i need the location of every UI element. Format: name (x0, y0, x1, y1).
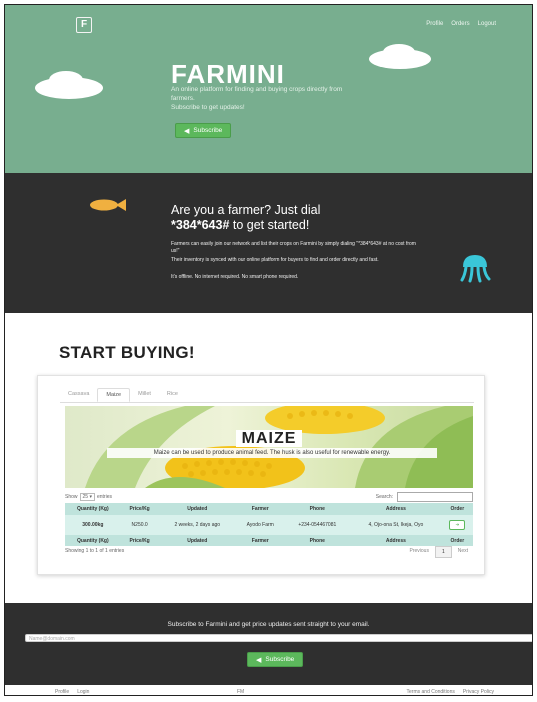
col-address[interactable]: Address (350, 503, 442, 515)
dial-paragraph-2: Their inventory is synced with our onlin… (171, 257, 379, 263)
hero-subscribe-label: Subscribe (193, 127, 223, 134)
foot-quantity: Quantity (Kg) (65, 535, 121, 546)
tagline-line-3: Subscribe to get updates! (171, 104, 245, 111)
dial-title-line-1: Are you a farmer? Just dial (171, 203, 321, 217)
footer-link-login[interactable]: Login (77, 689, 89, 695)
page-frame: F Profile Orders Logout FARMINI An onlin… (4, 4, 533, 696)
order-button[interactable]: ➜ (449, 520, 466, 530)
col-phone[interactable]: Phone (284, 503, 351, 515)
col-farmer[interactable]: Farmer (235, 503, 285, 515)
footer-subscribe-button[interactable]: ◀ Subscribe (247, 652, 304, 667)
cloud-left-top (49, 71, 83, 89)
nav-logout[interactable]: Logout (478, 21, 496, 27)
foot-farmer: Farmer (235, 535, 285, 546)
cell-address: 4, Ojo-ona St, Ikeja, Oyo (350, 515, 442, 535)
cell-order: ➜ (441, 515, 473, 535)
table-footer-row: Quantity (Kg) Price/Kg Updated Farmer Ph… (65, 535, 473, 546)
bottom-bar: Profile Login FM Terms and Conditions Pr… (5, 685, 532, 695)
dial-code: *384*643# (171, 218, 230, 232)
tab-rice[interactable]: Rice (159, 388, 186, 402)
logo[interactable]: F (76, 17, 92, 33)
tab-cassava[interactable]: Cassava (60, 388, 97, 402)
crop-description: Maize can be used to produce animal feed… (107, 448, 437, 458)
cell-phone: +234-054467081 (284, 515, 351, 535)
crop-title: MAIZE (65, 430, 473, 448)
tab-millet[interactable]: Millet (130, 388, 159, 402)
dial-title: Are you a farmer? Just dial *384*643# to… (171, 203, 431, 233)
subscribe-text: Subscribe to Farmini and get price updat… (167, 621, 370, 628)
bottom-right-links: Terms and Conditions Privacy Policy (407, 689, 494, 695)
crop-title-text: MAIZE (235, 430, 303, 447)
nav-profile[interactable]: Profile (426, 21, 443, 27)
tab-maize[interactable]: Maize (97, 388, 131, 402)
top-nav: Profile Orders Logout (426, 21, 496, 27)
megaphone-icon: ◀ (184, 127, 190, 135)
col-order[interactable]: Order (441, 503, 473, 515)
entries-control: Show 25 ▾ entries (65, 493, 112, 501)
pager-next[interactable]: Next (452, 546, 474, 558)
dial-section: Are you a farmer? Just dial *384*643# to… (5, 173, 532, 313)
pagination: Previous 1 Next (403, 546, 474, 558)
footer-link-privacy[interactable]: Privacy Policy (463, 689, 494, 695)
footer-link-profile[interactable]: Profile (55, 689, 69, 695)
search-label: Search: (375, 494, 393, 500)
dial-paragraph-3: It's offline. No internet required. No s… (171, 274, 299, 280)
nav-orders[interactable]: Orders (451, 21, 469, 27)
footer-subscribe-label: Subscribe (265, 656, 295, 663)
footer-link-terms[interactable]: Terms and Conditions (407, 689, 455, 695)
crop-card: Cassava Maize Millet Rice MAIZE Maize ca (37, 375, 485, 575)
pager-previous[interactable]: Previous (403, 546, 434, 558)
tagline: An online platform for finding and buyin… (171, 85, 391, 112)
start-buying-heading: START BUYING! (59, 343, 195, 362)
megaphone-icon: ◀ (256, 656, 262, 664)
table-header-row: Quantity (Kg) Price/Kg Updated Farmer Ph… (65, 503, 473, 515)
col-quantity[interactable]: Quantity (Kg) (65, 503, 121, 515)
email-field[interactable]: Name@domain.com (25, 634, 532, 642)
crop-tabs: Cassava Maize Millet Rice (60, 388, 474, 403)
cloud-right-top (383, 44, 415, 60)
tagline-line-1: An online platform for finding and buyin… (171, 86, 343, 93)
foot-order: Order (441, 535, 473, 546)
tagline-line-2: farmers. (171, 95, 195, 102)
entries-value: 25 (82, 494, 89, 500)
crops-table: Quantity (Kg) Price/Kg Updated Farmer Ph… (65, 503, 473, 546)
table-controls: Show 25 ▾ entries Search: (65, 492, 473, 502)
entries-select[interactable]: 25 ▾ (79, 493, 95, 501)
footer-mark: FM (237, 689, 245, 695)
search-input[interactable] (397, 492, 473, 502)
col-updated[interactable]: Updated (158, 503, 236, 515)
cell-updated: 2 weeks, 2 days ago (158, 515, 236, 535)
cell-quantity: 300.00kg (65, 515, 121, 535)
pager-page-1[interactable]: 1 (434, 546, 452, 558)
foot-updated: Updated (158, 535, 236, 546)
foot-price: Price/Kg (120, 535, 159, 546)
foot-phone: Phone (284, 535, 351, 546)
jellyfish-icon (460, 255, 491, 283)
entries-label: entries (96, 494, 112, 500)
hero-section: F Profile Orders Logout FARMINI An onlin… (5, 5, 532, 173)
table-row: 300.00kg N250.0 2 weeks, 2 days ago Ayod… (65, 515, 473, 535)
subscribe-section: Subscribe to Farmini and get price updat… (5, 603, 532, 685)
table-info: Showing 1 to 1 of 1 entries (65, 548, 125, 554)
table-search: Search: (376, 492, 473, 502)
hero-subscribe-button[interactable]: ◀ Subscribe (175, 123, 232, 138)
bottom-left-links: Profile Login (55, 689, 89, 695)
col-price[interactable]: Price/Kg (120, 503, 159, 515)
cell-price: N250.0 (120, 515, 159, 535)
fish-icon (90, 199, 126, 211)
cell-farmer: Ayodo Farm (235, 515, 285, 535)
dial-title-line-2: to get started! (229, 218, 310, 232)
crop-banner: MAIZE Maize can be used to produce anima… (65, 406, 473, 488)
show-label: Show (65, 494, 78, 500)
dial-paragraph-1: Farmers can easily join our network and … (171, 241, 416, 254)
foot-address: Address (350, 535, 442, 546)
